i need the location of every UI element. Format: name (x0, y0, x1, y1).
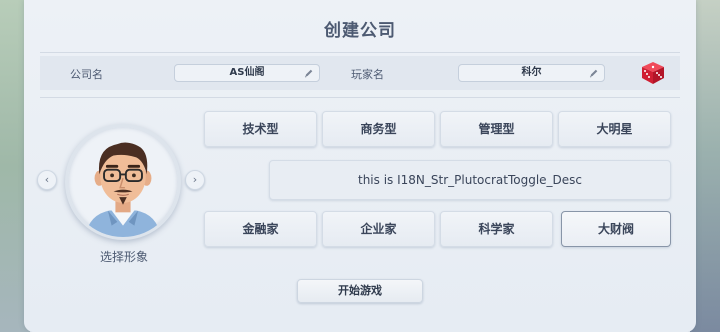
start-game-button[interactable]: 开始游戏 (297, 279, 423, 303)
style-option-tech[interactable]: 技术型 (204, 111, 317, 147)
role-option-plutocrat[interactable]: 大财阀 (561, 211, 671, 247)
next-avatar-button[interactable]: › (185, 170, 205, 190)
role-option-financier[interactable]: 金融家 (204, 211, 317, 247)
section-divider (40, 97, 680, 98)
avatar[interactable] (65, 124, 181, 240)
player-name-label: 玩家名 (351, 68, 384, 81)
avatar-label: 选择形象 (99, 250, 148, 264)
name-info-row: 公司名 AS仙阁 玩家名 科尔 (40, 56, 680, 90)
page-title: 创建公司 (324, 21, 396, 41)
pencil-icon[interactable] (304, 68, 314, 78)
prev-avatar-button[interactable]: ‹ (37, 170, 57, 190)
company-name-field[interactable]: AS仙阁 (174, 64, 320, 82)
role-option-scientist[interactable]: 科学家 (440, 211, 553, 247)
style-option-star[interactable]: 大明星 (558, 111, 671, 147)
chevron-right-icon: › (192, 173, 198, 186)
style-option-business[interactable]: 商务型 (322, 111, 435, 147)
title-divider (40, 52, 680, 53)
chevron-left-icon: ‹ (44, 173, 50, 186)
dice-icon[interactable] (640, 60, 666, 86)
role-description: this is I18N_Str_PlutocratToggle_Desc (269, 160, 671, 200)
player-name-field[interactable]: 科尔 (458, 64, 605, 82)
company-name-value: AS仙阁 (229, 67, 265, 78)
avatar-portrait (85, 142, 161, 237)
create-company-panel: 创建公司 公司名 AS仙阁 玩家名 科尔 ‹ › 选择形象 技术型 商务型 管理… (24, 0, 696, 332)
style-option-management[interactable]: 管理型 (440, 111, 553, 147)
company-name-label: 公司名 (70, 68, 103, 81)
player-name-value: 科尔 (521, 67, 542, 78)
pencil-icon[interactable] (589, 68, 599, 78)
role-option-entrepreneur[interactable]: 企业家 (322, 211, 435, 247)
